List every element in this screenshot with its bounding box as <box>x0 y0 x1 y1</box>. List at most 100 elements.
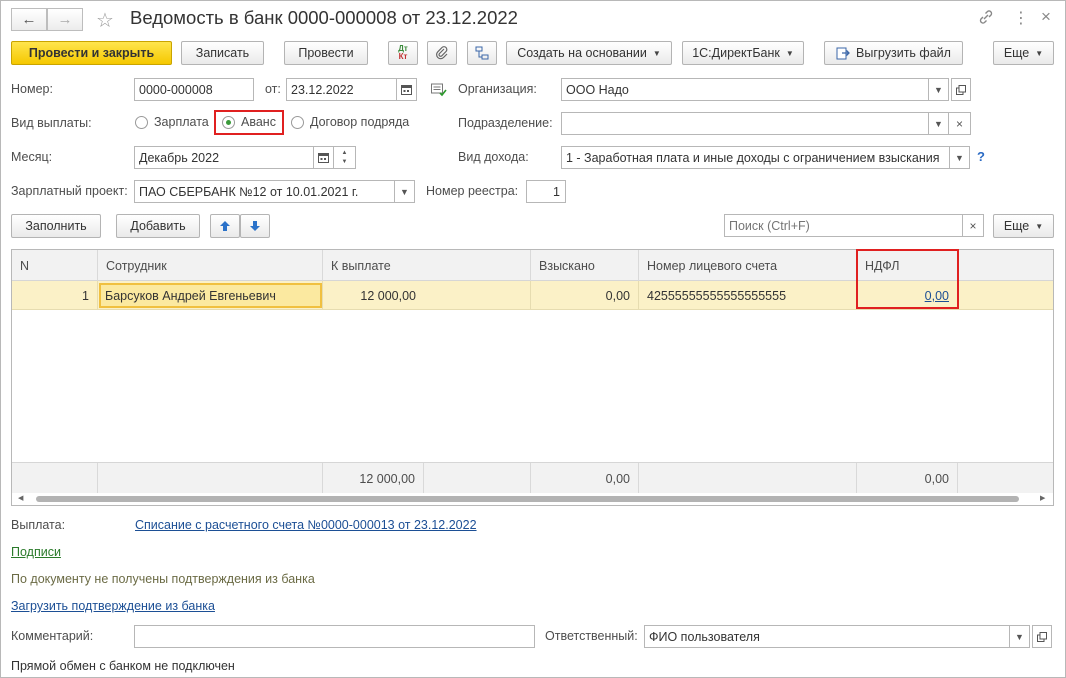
radio-salary[interactable]: Зарплата <box>135 115 209 129</box>
page-title: Ведомость в банк 0000-000008 от 23.12.20… <box>130 7 518 28</box>
move-down-button[interactable] <box>240 214 270 238</box>
cell-n[interactable]: 1 <box>12 281 98 310</box>
radio-button-selected-icon <box>222 115 235 129</box>
attach-button[interactable] <box>427 41 457 65</box>
payment-document-link[interactable]: Списание с расчетного счета №0000-000013… <box>135 518 477 532</box>
column-header-n[interactable]: N <box>12 250 98 281</box>
search-clear-button[interactable]: × <box>963 214 984 237</box>
organization-open-button[interactable] <box>951 78 971 101</box>
direct-bank-label: 1С:ДиректБанк <box>692 46 780 60</box>
help-icon[interactable]: ? <box>977 149 985 164</box>
total-collected: 0,00 <box>531 463 639 494</box>
create-based-on-label: Создать на основании <box>517 46 647 60</box>
direct-bank-button[interactable]: 1С:ДиректБанк ▼ <box>682 41 804 65</box>
cell-to-pay[interactable]: 12 000,00 <box>323 281 424 310</box>
dt-kt-icon-bottom: Кт <box>398 52 408 61</box>
salary-project-label: Зарплатный проект: <box>11 184 128 198</box>
column-header-account[interactable]: Номер лицевого счета <box>639 250 857 281</box>
responsible-dropdown-button[interactable]: ▼ <box>1010 625 1030 648</box>
arrow-down-icon <box>249 220 261 232</box>
number-label: Номер: <box>11 82 53 96</box>
link-icon[interactable] <box>978 9 994 25</box>
income-type-field[interactable]: 1 - Заработная плата и иные доходы с огр… <box>561 146 950 169</box>
document-window: ← → ☆ Ведомость в банк 0000-000008 от 23… <box>0 0 1066 678</box>
exchange-status: Прямой обмен с банком не подключен <box>11 659 235 673</box>
salary-project-dropdown-button[interactable]: ▼ <box>395 180 415 203</box>
move-up-button[interactable] <box>210 214 240 238</box>
fill-button[interactable]: Заполнить <box>11 214 101 238</box>
month-stepper[interactable]: ▲ ▼ <box>334 146 356 169</box>
responsible-field[interactable]: ФИО пользователя <box>644 625 1010 648</box>
cell-employee[interactable]: Барсуков Андрей Евгеньевич <box>99 283 322 308</box>
signatures-link[interactable]: Подписи <box>11 545 61 559</box>
caret-down-icon: ▼ <box>1035 221 1044 231</box>
horizontal-scrollbar[interactable]: ◀ ▶ <box>12 493 1053 505</box>
post-and-close-button[interactable]: Провести и закрыть <box>11 41 172 65</box>
caret-down-icon: ▼ <box>1015 631 1024 642</box>
export-file-button[interactable]: Выгрузить файл <box>824 41 963 65</box>
save-button[interactable]: Записать <box>181 41 264 65</box>
search-input[interactable] <box>724 214 963 237</box>
date-field[interactable]: 23.12.2022 <box>286 78 397 101</box>
scroll-left-icon[interactable]: ◀ <box>18 494 23 502</box>
comment-field[interactable] <box>134 625 535 648</box>
favorite-star-icon[interactable]: ☆ <box>96 8 114 33</box>
load-confirmation-link[interactable]: Загрузить подтверждение из банка <box>11 599 215 613</box>
post-button[interactable]: Провести <box>284 41 368 65</box>
responsible-open-button[interactable] <box>1032 625 1052 648</box>
forward-button[interactable]: → <box>47 8 83 31</box>
salary-project-field[interactable]: ПАО СБЕРБАНК №12 от 10.01.2021 г. <box>134 180 395 203</box>
department-dropdown-button[interactable]: ▼ <box>929 112 949 135</box>
column-header-to-pay[interactable]: К выплате <box>323 250 531 281</box>
arrow-up-icon <box>219 220 231 232</box>
back-button[interactable]: ← <box>11 8 47 31</box>
caret-down-icon: ▼ <box>934 84 943 95</box>
organization-field[interactable]: ООО Надо <box>561 78 929 101</box>
total-cell-account <box>639 463 857 494</box>
scrollbar-thumb[interactable] <box>36 496 1019 502</box>
cell-to-pay-extra <box>424 281 531 310</box>
clear-icon: × <box>969 218 977 233</box>
caret-down-icon: ▼ <box>785 48 794 58</box>
month-field[interactable]: Декабрь 2022 <box>134 146 314 169</box>
date-picker-button[interactable] <box>397 78 417 101</box>
structure-button[interactable] <box>467 41 497 65</box>
total-cell-n <box>12 463 98 494</box>
cell-collected[interactable]: 0,00 <box>531 281 639 310</box>
open-window-icon <box>956 84 966 95</box>
table-totals: 12 000,00 0,00 0,00 <box>12 462 1053 494</box>
more-vertical-icon[interactable]: ⋮ <box>1013 8 1029 28</box>
department-label: Подразделение: <box>458 116 553 130</box>
comment-label: Комментарий: <box>11 629 94 643</box>
month-picker-button[interactable] <box>314 146 334 169</box>
calendar-icon <box>401 84 412 95</box>
stepper-down-icon[interactable]: ▼ <box>342 158 348 167</box>
caret-down-icon: ▼ <box>934 118 943 129</box>
open-window-icon <box>1037 631 1047 642</box>
responsible-label: Ответственный: <box>545 629 638 643</box>
table-more-button[interactable]: Еще ▼ <box>993 214 1054 238</box>
radio-contract-label: Договор подряда <box>310 115 410 129</box>
radio-advance-label: Аванс <box>241 115 276 129</box>
radio-contract[interactable]: Договор подряда <box>291 115 409 129</box>
column-header-collected[interactable]: Взыскано <box>531 250 639 281</box>
stepper-up-icon[interactable]: ▲ <box>342 149 348 158</box>
number-field[interactable]: 0000-000008 <box>134 78 254 101</box>
dt-kt-button[interactable]: Дт Кт <box>388 41 418 65</box>
radio-advance[interactable]: Аванс <box>222 115 276 129</box>
payment-label: Выплата: <box>11 518 66 532</box>
cell-account[interactable]: 42555555555555555555 <box>639 281 857 310</box>
cell-employee-wrap[interactable]: Барсуков Андрей Евгеньевич <box>98 281 323 310</box>
close-icon[interactable]: × <box>1041 7 1051 27</box>
department-clear-button[interactable]: × <box>949 112 971 135</box>
department-field[interactable] <box>561 112 929 135</box>
registry-number-field[interactable]: 1 <box>526 180 566 203</box>
add-row-button[interactable]: Добавить <box>116 214 200 238</box>
column-header-employee[interactable]: Сотрудник <box>98 250 323 281</box>
scroll-right-icon[interactable]: ▶ <box>1040 494 1045 502</box>
organization-dropdown-button[interactable]: ▼ <box>929 78 949 101</box>
total-cell-blank <box>424 463 531 494</box>
create-based-on-button[interactable]: Создать на основании ▼ <box>506 41 672 65</box>
income-type-dropdown-button[interactable]: ▼ <box>950 146 970 169</box>
more-button[interactable]: Еще ▼ <box>993 41 1054 65</box>
